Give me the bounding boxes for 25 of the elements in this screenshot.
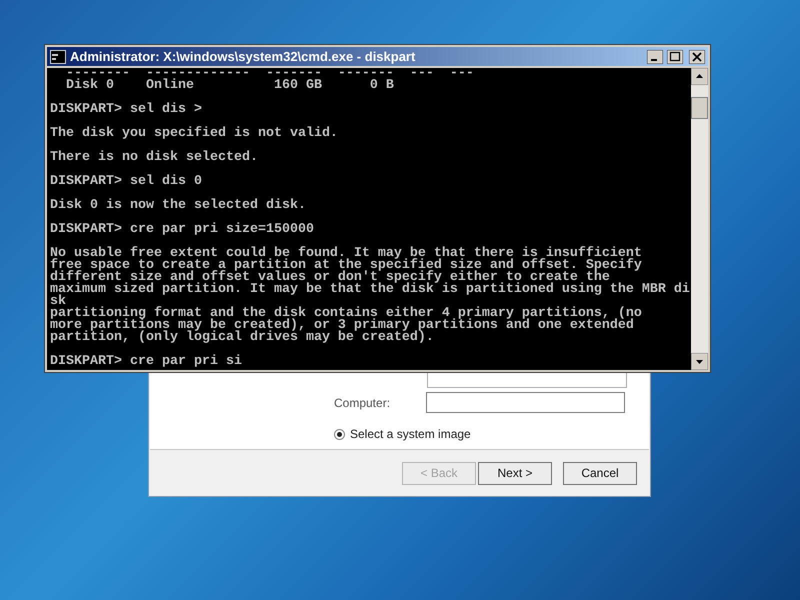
field-label: Computer: [334, 394, 392, 412]
console-text-line: There is no disk selected. [50, 152, 259, 164]
console-text-line: DISKPART> sel dis > [50, 104, 203, 116]
dialog-button[interactable]: Next > [478, 462, 552, 484]
radio-label: Select a system image [350, 426, 471, 443]
console-text-line: sk [50, 296, 66, 308]
console-text-line: DISKPART> cre par pri size=150000 [50, 224, 315, 236]
close-icon[interactable] [689, 50, 705, 64]
console-icon [50, 50, 66, 64]
scrollbar[interactable] [691, 68, 708, 370]
console-text-line: The disk you specified is not valid. [50, 128, 339, 140]
radio-button[interactable] [334, 428, 345, 440]
console-text-line: partition, (only logical drives may be created). [50, 332, 434, 344]
console-text-line: Disk 0 is now the selected disk. [50, 200, 307, 212]
console-text-line: DISKPART> sel dis 0 [50, 176, 203, 188]
window-title: Administrator: X:\windows\system32\cmd.exe - diskpart [70, 48, 416, 66]
maximize-icon[interactable] [667, 50, 683, 64]
dialog-button[interactable]: Cancel [563, 462, 637, 484]
scroll-up-icon[interactable] [691, 68, 708, 85]
scroll-thumb[interactable] [691, 97, 708, 119]
console-text-line: Disk 0 Online 160 GB 0 B [64, 80, 395, 92]
console-text-line: DISKPART> cre par pri si [50, 356, 243, 368]
input-field[interactable] [426, 392, 625, 413]
minimize-icon[interactable] [647, 50, 663, 64]
scroll-down-icon[interactable] [691, 353, 708, 370]
